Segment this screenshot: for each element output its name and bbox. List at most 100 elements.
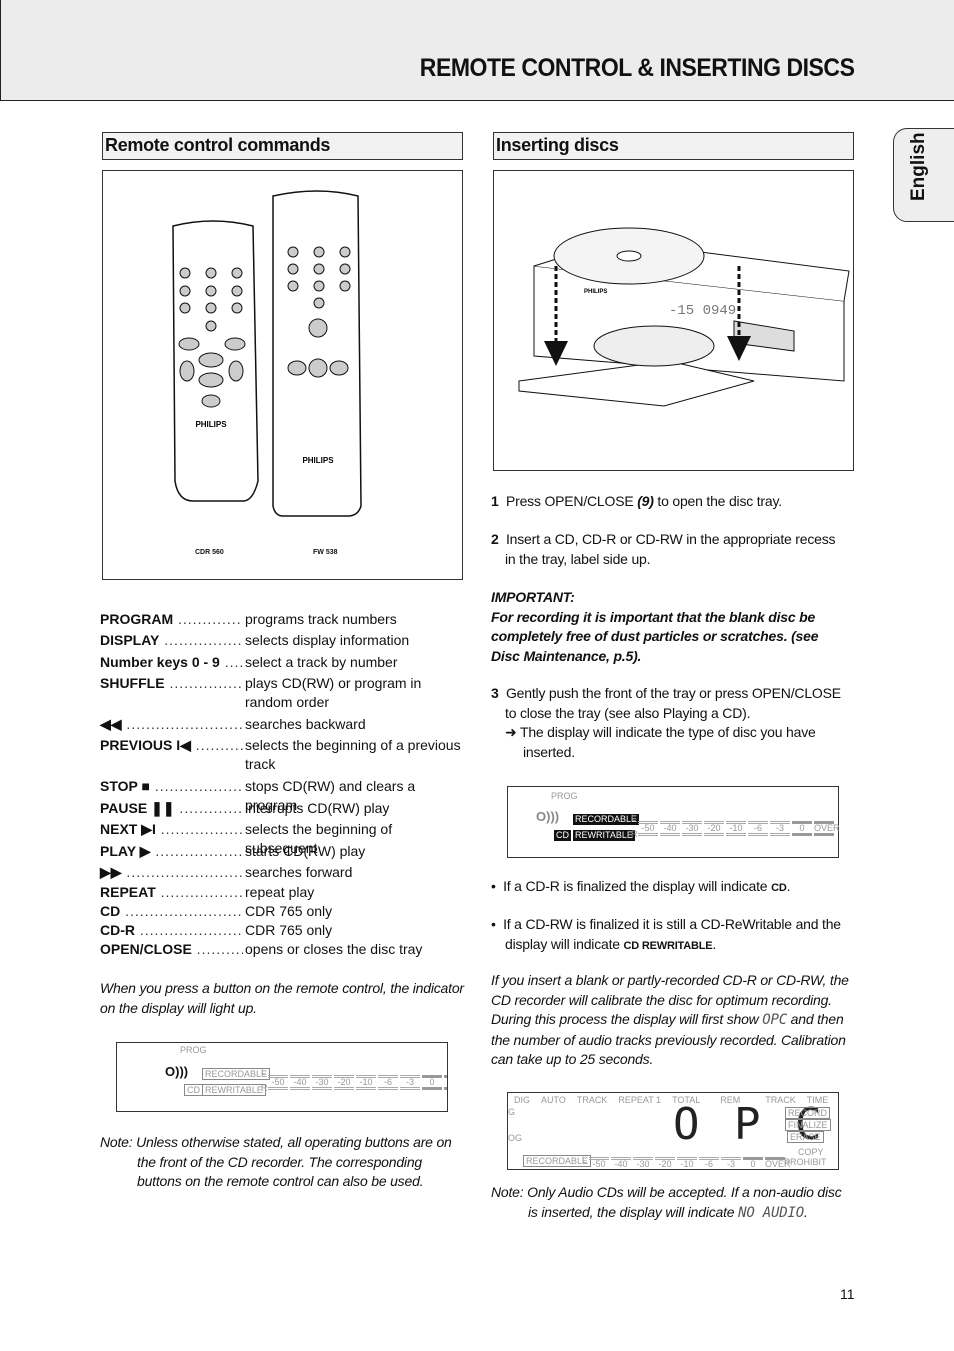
display-label: AUTO (541, 1095, 566, 1105)
remote1-label: CDR 560 (195, 549, 224, 556)
page-header (0, 0, 954, 101)
meter-tick-label: -50 (268, 1075, 288, 1090)
erase-indicator: ERASE (787, 1131, 824, 1143)
command-description: selects display information (245, 632, 410, 648)
command-key: CD-R (100, 922, 135, 938)
dot-leader: ................................. (155, 843, 244, 859)
section-heading-remote: Remote control commands (102, 132, 463, 160)
command-row: Number keys 0 - 9 ......................… (100, 653, 465, 672)
dot-leader: ................................. (196, 941, 243, 957)
meter-tick-label: -30 (312, 1075, 332, 1090)
dot-leader: ................................. (195, 737, 243, 753)
command-row: OPEN/CLOSE .............................… (100, 940, 465, 959)
brand-logo-right: PHILIPS (302, 456, 334, 465)
step-3: 3 Gently push the front of the tray or p… (491, 685, 841, 721)
dot-leader: ................................. (179, 800, 243, 816)
meter-tick-label: -10 (726, 821, 746, 836)
command-description: selects the beginning of a previous trac… (245, 737, 461, 772)
command-row: PROGRAM ................................… (100, 610, 465, 629)
command-row: PREVIOUS I◀ ............................… (100, 736, 465, 772)
command-key: Number keys 0 - 9 (100, 654, 220, 670)
command-row: ◀◀ .................................sear… (100, 715, 465, 734)
level-meter: -50-40-30-20-10-6-30OV (267, 1075, 447, 1090)
brand-logo-left: PHILIPS (195, 420, 227, 429)
prog-indicator: PROG (551, 791, 578, 801)
command-row: STOP ■ .................................… (100, 777, 465, 813)
meter-tick-label: -20 (334, 1075, 354, 1090)
cd-recorder-figure: PHILIPS -15 0949 (493, 170, 854, 471)
remote-control-figure: PHILIPS PHILIPS CDR 560 FW 538 (102, 170, 463, 580)
important-text: For recording it is important that the b… (491, 608, 819, 664)
left-channel-label: L (631, 813, 637, 823)
display-label: TRACK (576, 1095, 608, 1105)
command-description: interrupts CD(RW) play (245, 800, 390, 816)
dot-leader: ................................. (126, 716, 243, 732)
command-key: REPEAT (100, 884, 156, 900)
bullet-cd-rw: • If a CD-RW is finalized it is still a … (491, 916, 841, 952)
svg-text:-15 0949: -15 0949 (669, 303, 736, 319)
meter-tick-label: 0 (422, 1075, 442, 1090)
command-description: programs track numbers (245, 611, 397, 627)
page-title: REMOTE CONTROL & INSERTING DISCS (419, 54, 854, 82)
command-description: CDR 765 only (245, 922, 333, 938)
command-row: CD-R .................................CD… (100, 921, 465, 940)
left-note: Note: Unless otherwise stated, all opera… (100, 1134, 452, 1189)
command-row: DISPLAY ................................… (100, 631, 465, 650)
meter-tick-label: OV (444, 1075, 447, 1090)
cd-indicator: CD (184, 1084, 203, 1096)
dot-leader: ................................. (154, 778, 243, 794)
recordable-indicator: RECORDABLE (573, 814, 640, 825)
remote2-label: FW 538 (313, 549, 338, 556)
step-1: 1 Press OPEN/CLOSE (9) to open the disc … (491, 493, 782, 509)
command-key: NEXT ▶I (100, 821, 156, 837)
remote-signal-icon: O))) (536, 809, 560, 824)
command-key: DISPLAY (100, 632, 160, 648)
dot-leader: ................................. (126, 864, 243, 880)
meter-tick-label: -30 (633, 1157, 653, 1169)
step-2: 2 Insert a CD, CD-R or CD-RW in the appr… (491, 531, 836, 567)
command-row: PAUSE ❚❚ ...............................… (100, 799, 465, 818)
command-row: SHUFFLE ................................… (100, 674, 465, 710)
command-description: select a track by number (245, 654, 398, 670)
meter-tick-label: -3 (770, 821, 790, 836)
remote-illustration: PHILIPS PHILIPS (172, 190, 362, 517)
dot-leader: ................................. (169, 675, 243, 691)
record-indicator: RECORD (785, 1107, 831, 1119)
command-description: searches forward (245, 864, 353, 880)
command-key: PREVIOUS I◀ (100, 737, 191, 753)
important-box: IMPORTANT: For recording it is important … (491, 588, 836, 666)
meter-tick-label: -20 (655, 1157, 675, 1169)
page-number: 11 (840, 1286, 855, 1302)
language-tab-label: English (908, 132, 929, 201)
cd-indicator: CD (554, 830, 571, 841)
command-key: PLAY ▶ (100, 843, 151, 859)
meter-tick-label: -40 (290, 1075, 310, 1090)
dot-leader: ................................. (139, 922, 243, 938)
dot-leader: ................................. (224, 654, 243, 670)
recordable-indicator: RECORDABLE (523, 1155, 592, 1167)
command-row: ▶▶ .................................sear… (100, 863, 465, 882)
section-heading-inserting: Inserting discs (493, 132, 854, 160)
meter-tick-label: -30 (682, 821, 702, 836)
command-description: CDR 765 only (245, 903, 333, 919)
prohibit-label: PROHIBIT (784, 1157, 827, 1167)
step-3-result: ➜ The display will indicate the type of … (505, 724, 816, 760)
language-tab: English (893, 128, 954, 222)
command-description: searches backward (245, 716, 366, 732)
command-key: STOP ■ (100, 778, 150, 794)
level-meter: -50 -40 -30 -20 -10 -6 -3 0 OVER (637, 821, 840, 836)
command-row: NEXT ▶I ................................… (100, 820, 465, 856)
dot-leader: ................................. (160, 884, 243, 900)
command-key: OPEN/CLOSE (100, 941, 192, 957)
dot-leader: ................................. (160, 821, 243, 837)
cd-recorder-illustration: PHILIPS -15 0949 (518, 227, 850, 407)
meter-tick-label: -6 (378, 1075, 398, 1090)
right-note: Note: Only Audio CDs will be accepted. I… (491, 1184, 842, 1221)
command-description: repeat play (245, 884, 315, 900)
meter-tick-label: -10 (677, 1157, 697, 1169)
important-title: IMPORTANT: (491, 589, 575, 605)
command-description: starts CD(RW) play (245, 843, 366, 859)
command-row: REPEAT .................................… (100, 883, 465, 902)
command-key: PAUSE ❚❚ (100, 800, 175, 816)
indicator-note: When you press a button on the remote co… (100, 980, 464, 1016)
